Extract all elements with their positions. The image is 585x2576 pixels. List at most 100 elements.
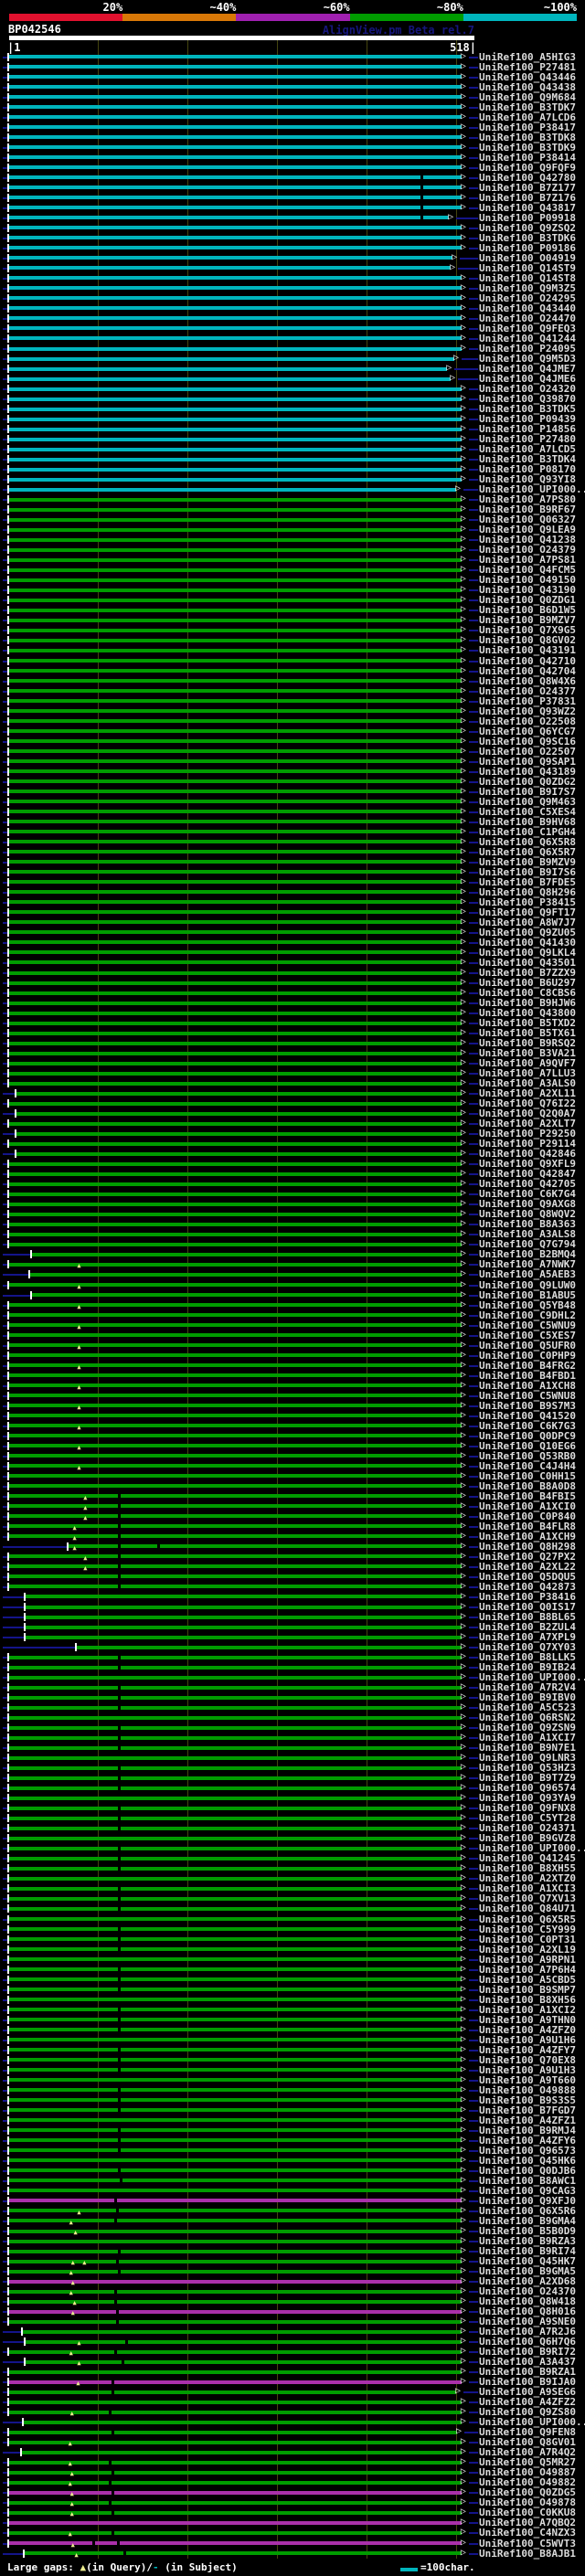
hit-label[interactable]: UniRef100_Q42704 xyxy=(479,666,576,676)
alignment-row[interactable]: ▷ UniRef100_B1ABU5 xyxy=(0,1289,585,1300)
hit-bar[interactable] xyxy=(9,960,462,965)
hit-bar[interactable] xyxy=(9,1886,462,1891)
alignment-row[interactable]: ▲ ▷ UniRef100_C4NZX3 xyxy=(0,2527,585,2538)
hit-bar[interactable] xyxy=(9,135,462,140)
hit-bar[interactable] xyxy=(9,2088,462,2093)
hit-bar[interactable] xyxy=(9,376,452,381)
hit-label[interactable]: UniRef100_A5AEB3 xyxy=(479,1269,576,1279)
hit-bar[interactable] xyxy=(9,1705,462,1710)
hit-bar[interactable] xyxy=(9,1957,462,1961)
hit-bar[interactable] xyxy=(9,1896,462,1901)
alignment-row[interactable]: ▷ UniRef100_A2XL19 xyxy=(0,1944,585,1955)
hit-label[interactable]: UniRef100_Q43438 xyxy=(479,82,576,92)
hit-bar[interactable] xyxy=(9,1745,462,1750)
hit-bar[interactable] xyxy=(9,125,462,130)
hit-bar[interactable] xyxy=(9,890,462,895)
hit-bar[interactable] xyxy=(9,1373,462,1378)
hit-label[interactable]: UniRef100_P37831 xyxy=(479,696,576,706)
hit-bar[interactable] xyxy=(9,608,462,612)
hit-bar[interactable] xyxy=(9,1725,462,1730)
hit-bar[interactable] xyxy=(9,2500,462,2505)
hit-label[interactable]: UniRef100_A1XCI2 xyxy=(479,2005,576,2015)
hit-bar[interactable] xyxy=(9,1313,462,1317)
hit-bar[interactable] xyxy=(9,2158,462,2163)
hit-bar[interactable] xyxy=(9,1101,462,1106)
hit-bar[interactable] xyxy=(9,557,462,562)
hit-bar[interactable] xyxy=(9,1222,462,1226)
hit-label[interactable]: UniRef100_Q5UFR0 xyxy=(479,1341,576,1351)
hit-bar[interactable] xyxy=(76,1645,462,1649)
hit-label[interactable]: UniRef100_Q9SAP1 xyxy=(479,757,576,767)
hit-label[interactable]: UniRef100_A9RPN1 xyxy=(479,1955,576,1965)
alignment-row[interactable]: ▷ UniRef100_P27481 xyxy=(0,61,585,72)
hit-bar[interactable] xyxy=(9,810,462,814)
hit-label[interactable]: UniRef100_A9THN0 xyxy=(479,2015,576,2025)
hit-bar[interactable] xyxy=(9,1906,462,1911)
hit-bar[interactable] xyxy=(9,2199,462,2203)
hit-label[interactable]: UniRef100_B9S7M3 xyxy=(479,1401,576,1411)
hit-bar[interactable] xyxy=(9,1192,462,1196)
hit-bar[interactable] xyxy=(9,85,462,89)
hit-bar[interactable] xyxy=(9,970,462,975)
hit-bar[interactable] xyxy=(9,467,462,472)
hit-bar[interactable] xyxy=(9,447,462,451)
hit-bar[interactable] xyxy=(9,910,462,915)
hit-bar[interactable] xyxy=(9,930,462,935)
hit-bar[interactable] xyxy=(9,1202,462,1206)
alignment-row[interactable]: ▷ UniRef100_A9RPN1 xyxy=(0,1954,585,1965)
hit-label[interactable]: UniRef100_Q6X5R5 xyxy=(479,1914,576,1924)
hit-bar[interactable] xyxy=(9,1524,462,1529)
hit-label[interactable]: UniRef100_Q84U71 xyxy=(479,1903,576,1913)
alignment-row[interactable]: ▷ UniRef100_A5CBD5 xyxy=(0,1974,585,1985)
hit-bar[interactable] xyxy=(9,679,462,683)
hit-bar[interactable] xyxy=(9,1735,462,1740)
hit-bar[interactable] xyxy=(9,1685,462,1690)
alignment-row[interactable]: ▷ UniRef100_Q9M684 xyxy=(0,91,585,102)
hit-bar[interactable] xyxy=(9,1927,462,1931)
hit-bar[interactable] xyxy=(9,2510,462,2515)
hit-bar[interactable] xyxy=(9,276,462,281)
alignment-row[interactable]: ▲ ▷ UniRef100_Q5UFR0 xyxy=(0,1340,585,1351)
hit-bar[interactable] xyxy=(9,991,462,995)
hit-bar[interactable] xyxy=(9,950,462,955)
hit-label[interactable]: UniRef100_O24377 xyxy=(479,686,576,696)
hit-bar[interactable] xyxy=(9,1998,462,2002)
hit-bar[interactable] xyxy=(9,537,462,542)
hit-bar[interactable] xyxy=(9,749,462,754)
hit-bar[interactable] xyxy=(9,206,462,210)
hit-label[interactable]: UniRef100_P38417 xyxy=(479,122,576,133)
hit-bar[interactable] xyxy=(9,1121,462,1126)
hit-bar[interactable] xyxy=(9,2038,462,2042)
hit-bar[interactable] xyxy=(9,2008,462,2012)
hit-bar[interactable] xyxy=(9,286,462,291)
hit-label[interactable]: UniRef100_O22507 xyxy=(479,747,576,757)
hit-bar[interactable] xyxy=(9,196,462,200)
hit-bar[interactable] xyxy=(32,1293,462,1297)
hit-bar[interactable] xyxy=(9,1394,462,1398)
hit-bar[interactable] xyxy=(9,2309,462,2314)
hit-bar[interactable] xyxy=(9,2541,462,2545)
alignment-row[interactable]: ▷ UniRef100_Q8W4X6 xyxy=(0,675,585,686)
hit-bar[interactable] xyxy=(9,578,462,582)
alignment-row[interactable]: ▷ UniRef100_Q9SC16 xyxy=(0,736,585,747)
hit-label[interactable]: UniRef100_C9DHL2 xyxy=(479,1310,576,1320)
hit-bar[interactable] xyxy=(9,2108,462,2113)
alignment-row[interactable]: ▷ UniRef100_A9THN0 xyxy=(0,2014,585,2025)
hit-bar[interactable] xyxy=(9,1474,462,1479)
alignment-row[interactable]: ▷ UniRef100_Q84U71 xyxy=(0,1903,585,1913)
hit-bar[interactable] xyxy=(9,2148,462,2153)
hit-bar[interactable] xyxy=(22,2329,462,2334)
hit-bar[interactable] xyxy=(9,1866,462,1871)
hit-bar[interactable] xyxy=(9,2249,462,2253)
alignment-row[interactable]: ▲ ▷ UniRef100_B8AJB1 xyxy=(0,2548,585,2559)
hit-bar[interactable] xyxy=(9,417,462,421)
hit-bar[interactable] xyxy=(9,2440,462,2444)
hit-bar[interactable] xyxy=(9,407,462,411)
hit-bar[interactable] xyxy=(9,1836,462,1840)
hit-bar[interactable] xyxy=(9,1846,462,1850)
hit-bar[interactable] xyxy=(9,1212,462,1216)
hit-bar[interactable] xyxy=(21,2450,462,2454)
hit-label[interactable]: UniRef100_A2XL19 xyxy=(479,1945,576,1955)
hit-bar[interactable] xyxy=(9,2319,462,2324)
hit-bar[interactable] xyxy=(9,2460,462,2465)
